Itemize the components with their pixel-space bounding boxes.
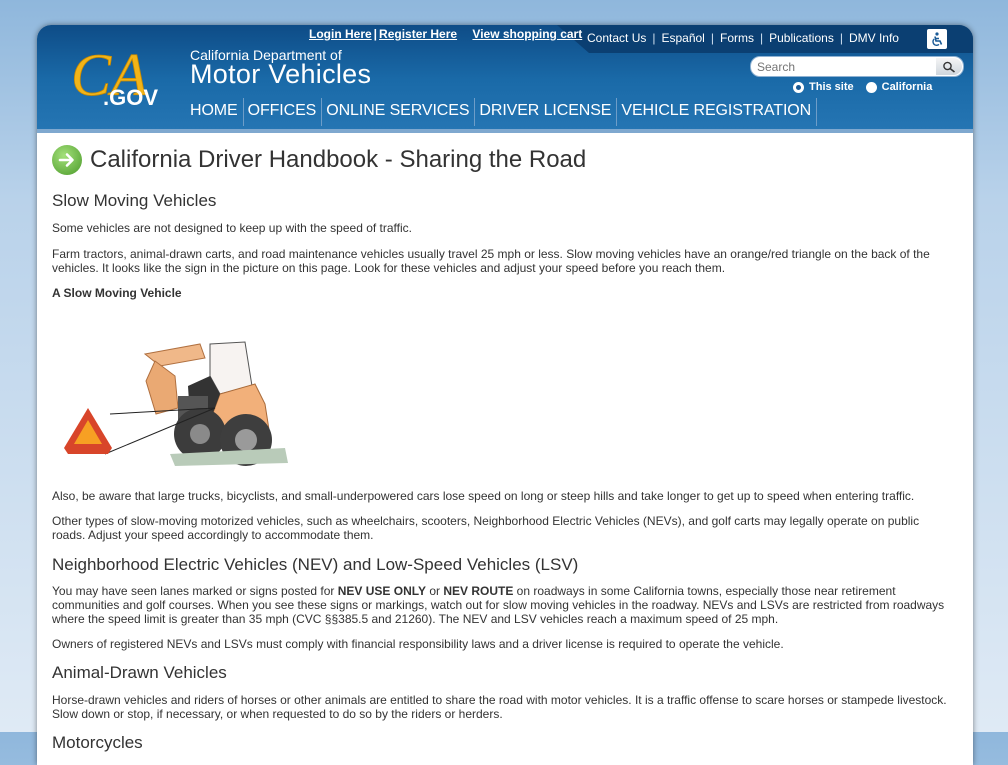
page-heading: California Driver Handbook - Sharing the… [52, 143, 586, 177]
search-icon [943, 61, 955, 73]
nav-driver-license[interactable]: DRIVER LICENSE [475, 98, 618, 126]
slow-moving-heading: Slow Moving Vehicles [52, 191, 217, 210]
this-site-label: This site [809, 81, 854, 93]
utility-links: Contact Us | Español | Forms | Publications | DM… [587, 31, 899, 45]
nav-offices[interactable]: OFFICES [244, 98, 323, 126]
nav-home[interactable]: HOME [186, 98, 244, 126]
slow-moving-paragraph-4: Other types of slow-moving motorized veh… [52, 514, 920, 542]
page-title: California Driver Handbook - Sharing the… [90, 146, 587, 173]
slow-moving-vehicle-image [64, 341, 288, 466]
espanol-link[interactable]: Español [661, 31, 704, 45]
motorcycles-heading: Motorcycles [52, 733, 143, 752]
arrow-right-icon [52, 145, 82, 175]
nev-paragraph-2: Owners of registered NEVs and LSVs must … [52, 637, 784, 651]
login-link[interactable]: Login Here [309, 27, 372, 41]
nav-online-services[interactable]: ONLINE SERVICES [322, 98, 476, 126]
forms-link[interactable]: Forms [720, 31, 754, 45]
site-header: Login Here | Register Here View shopping c… [37, 25, 973, 129]
search-input[interactable] [757, 59, 927, 74]
search-scope: This site California [793, 81, 944, 93]
separator: | [373, 27, 378, 41]
slow-moving-paragraph-3: Also, be aware that large trucks, bicycl… [52, 489, 915, 503]
this-site-radio[interactable] [793, 81, 804, 93]
page-frame: Login Here | Register Here View shopping c… [37, 25, 973, 765]
main-nav: HOME OFFICES ONLINE SERVICES DRIVER LICE… [186, 98, 818, 126]
nev-paragraph-1: You may have seen lanes marked or signs … [52, 584, 945, 626]
accessibility-icon[interactable] [927, 29, 947, 49]
dmv-info-link[interactable]: DMV Info [849, 31, 899, 45]
contact-us-link[interactable]: Contact Us [587, 31, 646, 45]
california-label: California [881, 81, 933, 93]
svg-text:.GOV: .GOV [103, 85, 158, 110]
nav-vehicle-registration[interactable]: VEHICLE REGISTRATION [617, 98, 818, 126]
dmv-name: Motor Vehicles [190, 59, 372, 89]
shopping-cart-link[interactable]: View shopping cart [472, 27, 582, 41]
slow-moving-paragraph-2: Farm tractors, animal-drawn carts, and r… [52, 247, 930, 275]
publications-link[interactable]: Publications [769, 31, 834, 45]
animal-drawn-paragraph: Horse-drawn vehicles and riders of horse… [52, 693, 947, 721]
ca-gov-logo[interactable]: CA .GOV [67, 35, 177, 115]
animal-drawn-heading: Animal-Drawn Vehicles [52, 663, 227, 682]
california-radio[interactable] [865, 81, 877, 93]
register-link[interactable]: Register Here [379, 27, 457, 41]
header-divider [37, 129, 973, 133]
search-box [750, 56, 964, 77]
account-links: Login Here | Register Here View shopping c… [309, 27, 582, 41]
figure-caption: A Slow Moving Vehicle [52, 286, 182, 300]
search-button[interactable] [936, 58, 962, 75]
nev-heading: Neighborhood Electric Vehicles (NEV) and… [52, 555, 579, 574]
slow-moving-paragraph-1: Some vehicles are not designed to keep u… [52, 221, 412, 235]
